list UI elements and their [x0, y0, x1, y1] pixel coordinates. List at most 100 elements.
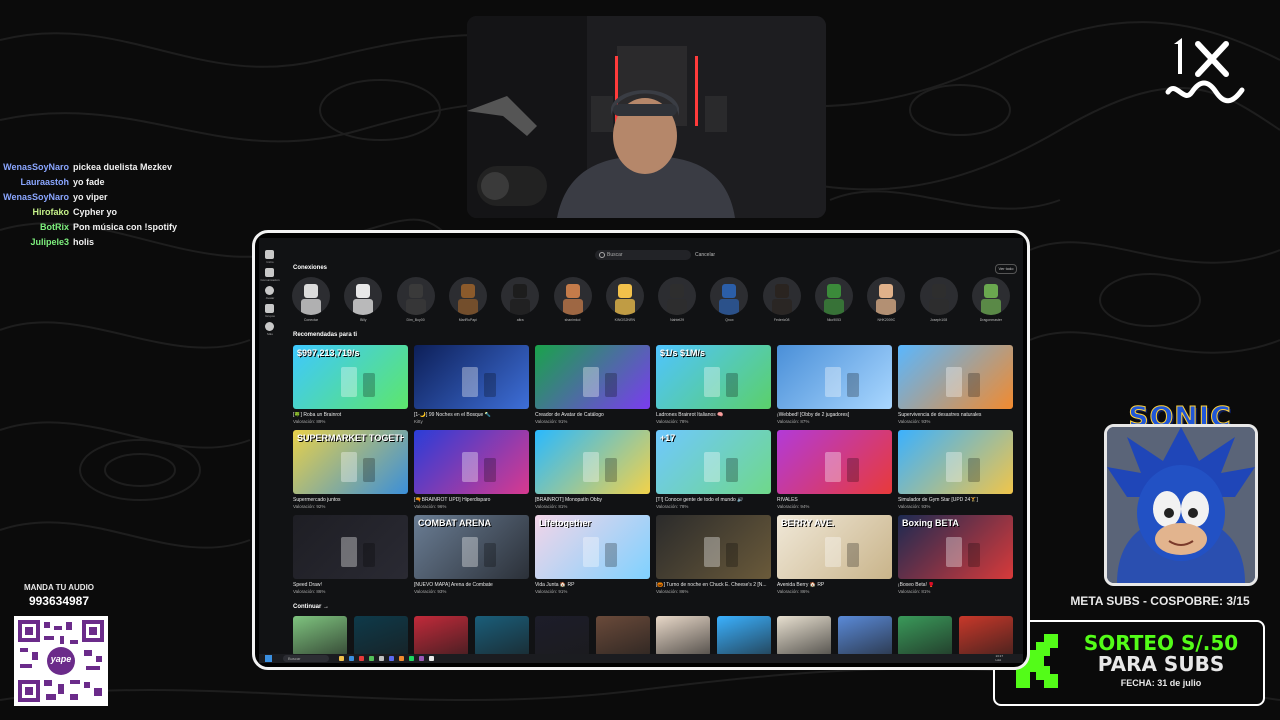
game-title: [BRAINROT] Monopatín Obby: [535, 497, 602, 503]
chat-username: BotRix: [40, 222, 69, 232]
friend-avatar: [501, 277, 540, 315]
game-title: Vida Junta 🏠 RP: [535, 582, 575, 588]
friend-name: Conectar: [303, 318, 319, 322]
nav-label-communication: Comunicación: [260, 278, 280, 282]
friend-item[interactable]: NHK2009C: [861, 277, 911, 322]
game-card[interactable]: [🎃] Turno de noche en Chuck E. Cheese's …: [656, 515, 771, 594]
friend-item[interactable]: Dragonmaster: [966, 277, 1016, 322]
game-card[interactable]: $997,213,719/s [🍀] Roba un Brainrot Valora…: [293, 345, 408, 424]
game-card[interactable]: Simulador de Gym Star [UPD 24🏋] Valoració…: [898, 430, 1013, 509]
roblox-home-screen: Inicio Comunicación Avatar Grupos Más Bu…: [259, 238, 1023, 663]
friend-item[interactable]: altra: [495, 277, 545, 322]
game-title: Ladrones Brainrot Italianos 🧠: [656, 412, 724, 418]
continue-game-thumbnail[interactable]: [353, 616, 408, 656]
recommended-title: Recomendadas para ti: [293, 332, 358, 338]
game-thumbnail: [898, 345, 1013, 409]
friend-item[interactable]: Federic08: [757, 277, 807, 322]
search-input[interactable]: Buscar: [595, 250, 691, 260]
game-thumbnail: Boxing BETA: [898, 515, 1013, 579]
continue-game-thumbnail[interactable]: [414, 616, 468, 656]
giveaway-date: FECHA: 31 de julio: [1120, 678, 1202, 688]
groups-icon[interactable]: [265, 304, 274, 313]
home-icon[interactable]: [265, 250, 274, 259]
friend-name: NHK2009C: [877, 318, 896, 322]
friend-avatar: [448, 277, 487, 315]
taskbar-app-icon[interactable]: [419, 656, 424, 661]
game-title: [1-🌙] 99 Noches en el Bosque 🔦: [414, 412, 491, 418]
game-card[interactable]: [BRAINROT] Monopatín Obby Valoración: 81%: [535, 430, 650, 509]
game-card[interactable]: Supervivencia de desastres naturales Valo…: [898, 345, 1013, 424]
continue-title[interactable]: Continuar →: [293, 604, 329, 610]
taskbar-app-icon[interactable]: [379, 656, 384, 661]
avatar-icon[interactable]: [265, 286, 274, 295]
game-card[interactable]: SUPERMARKET TOGETHER Supermercado juntosV…: [293, 430, 408, 509]
friend-name: Dragonmaster: [979, 318, 1002, 322]
game-title: Avenida Berry 🏠 RP: [777, 582, 825, 588]
friend-item[interactable]: Nko9053: [809, 277, 859, 322]
friend-item[interactable]: Nahtel29: [652, 277, 702, 322]
continue-game-thumbnail[interactable]: [656, 616, 710, 656]
continue-game-thumbnail[interactable]: [958, 616, 1013, 656]
game-title: Creador de Avatar de Catálogo: [535, 412, 604, 418]
friend-item[interactable]: MarlRuPapi: [443, 277, 493, 322]
windows-start-icon[interactable]: [265, 655, 272, 662]
game-title: Simulador de Gym Star [UPD 24🏋]: [898, 497, 978, 503]
game-card[interactable]: Boxing BETA ¡Boxeo Beta! 🥊 Valoración: 81%: [898, 515, 1013, 594]
game-card[interactable]: RIVALES Valoración: 94%: [777, 430, 892, 509]
chat-icon[interactable]: [265, 268, 274, 277]
game-card[interactable]: Speed Draw! Valoración: 86%: [293, 515, 408, 594]
friend-avatar: [919, 277, 958, 315]
webcam-feed: [467, 16, 826, 218]
chat-text: Cypher yo: [73, 207, 118, 217]
cancel-button[interactable]: Cancelar: [695, 250, 715, 260]
continue-game-thumbnail[interactable]: [837, 616, 892, 656]
taskbar-clock: 13:17 LAA: [995, 654, 1003, 662]
friend-item[interactable]: shanimkol: [548, 277, 598, 322]
friend-item[interactable]: Joseph108: [914, 277, 964, 322]
game-card[interactable]: Creador de Avatar de Catálogo Valoración:…: [535, 345, 650, 424]
taskbar-app-icon[interactable]: [369, 656, 374, 661]
game-card[interactable]: [🔫BRAINROT UPD] Hiperdisparo Valoración: …: [414, 430, 529, 509]
taskbar-app-icon[interactable]: [409, 656, 414, 661]
game-title: [🔫BRAINROT UPD] Hiperdisparo: [414, 497, 491, 503]
nav-label-home: Inicio: [266, 260, 274, 264]
game-card[interactable]: ¡Webbed! [Obby de 2 jugadores] Valoración…: [777, 345, 892, 424]
chat-message: WenasSoyNaro yo viper: [0, 190, 250, 205]
continue-game-thumbnail[interactable]: [898, 616, 952, 656]
game-thumbnail: [656, 515, 771, 579]
see-all-button[interactable]: Ver todo: [995, 264, 1017, 274]
taskbar-app-icon[interactable]: [399, 656, 404, 661]
nav-label-more: Más: [267, 332, 273, 336]
game-title: ¡Boxeo Beta! 🥊: [898, 582, 935, 588]
nav-label-groups: Grupos: [265, 314, 275, 318]
friend-name: KINGS2NRN: [614, 318, 635, 322]
more-icon[interactable]: [265, 322, 274, 331]
friend-item[interactable]: Qnox: [704, 277, 754, 322]
add-connection-button[interactable]: Conectar: [286, 277, 336, 322]
continue-game-thumbnail[interactable]: [777, 616, 831, 656]
continue-game-thumbnail[interactable]: [595, 616, 650, 656]
game-card[interactable]: BERRY AVE. Avenida Berry 🏠 RP Valoración: …: [777, 515, 892, 594]
continue-game-thumbnail[interactable]: [716, 616, 771, 656]
taskbar-app-icon[interactable]: [339, 656, 344, 661]
taskbar-app-icon[interactable]: [389, 656, 394, 661]
chat-username: WenasSoyNaro: [3, 162, 69, 172]
chat-username: Hirofako: [32, 207, 69, 217]
game-rating: Valoración: 81%: [898, 589, 931, 594]
continue-game-thumbnail[interactable]: [474, 616, 529, 656]
taskbar-search[interactable]: Buscar: [283, 655, 329, 662]
continue-game-thumbnail[interactable]: [535, 616, 589, 656]
game-card[interactable]: +17 [T!] Conoce gente de todo el mundo 🔊 V…: [656, 430, 771, 509]
friend-item[interactable]: KINGS2NRN: [600, 277, 650, 322]
game-card[interactable]: Lifetogether Vida Junta 🏠 RP Valoración: 9…: [535, 515, 650, 594]
game-card[interactable]: [1-🌙] 99 Noches en el Bosque 🔦 Kitty: [414, 345, 529, 424]
game-card[interactable]: $1/s $1M/s Ladrones Brainrot Italianos 🧠 V…: [656, 345, 771, 424]
game-card[interactable]: COMBAT ARENA [NUEVO MAPA] Arena de Combat…: [414, 515, 529, 594]
continue-game-thumbnail[interactable]: [293, 616, 347, 656]
taskbar-app-icon[interactable]: [359, 656, 364, 661]
friend-item[interactable]: Dim_Boy00: [391, 277, 441, 322]
taskbar-app-icon[interactable]: [429, 656, 434, 661]
taskbar-app-icon[interactable]: [349, 656, 354, 661]
chat-message: Julipele3 holis: [0, 235, 250, 250]
friend-item[interactable]: Billy: [338, 277, 388, 322]
